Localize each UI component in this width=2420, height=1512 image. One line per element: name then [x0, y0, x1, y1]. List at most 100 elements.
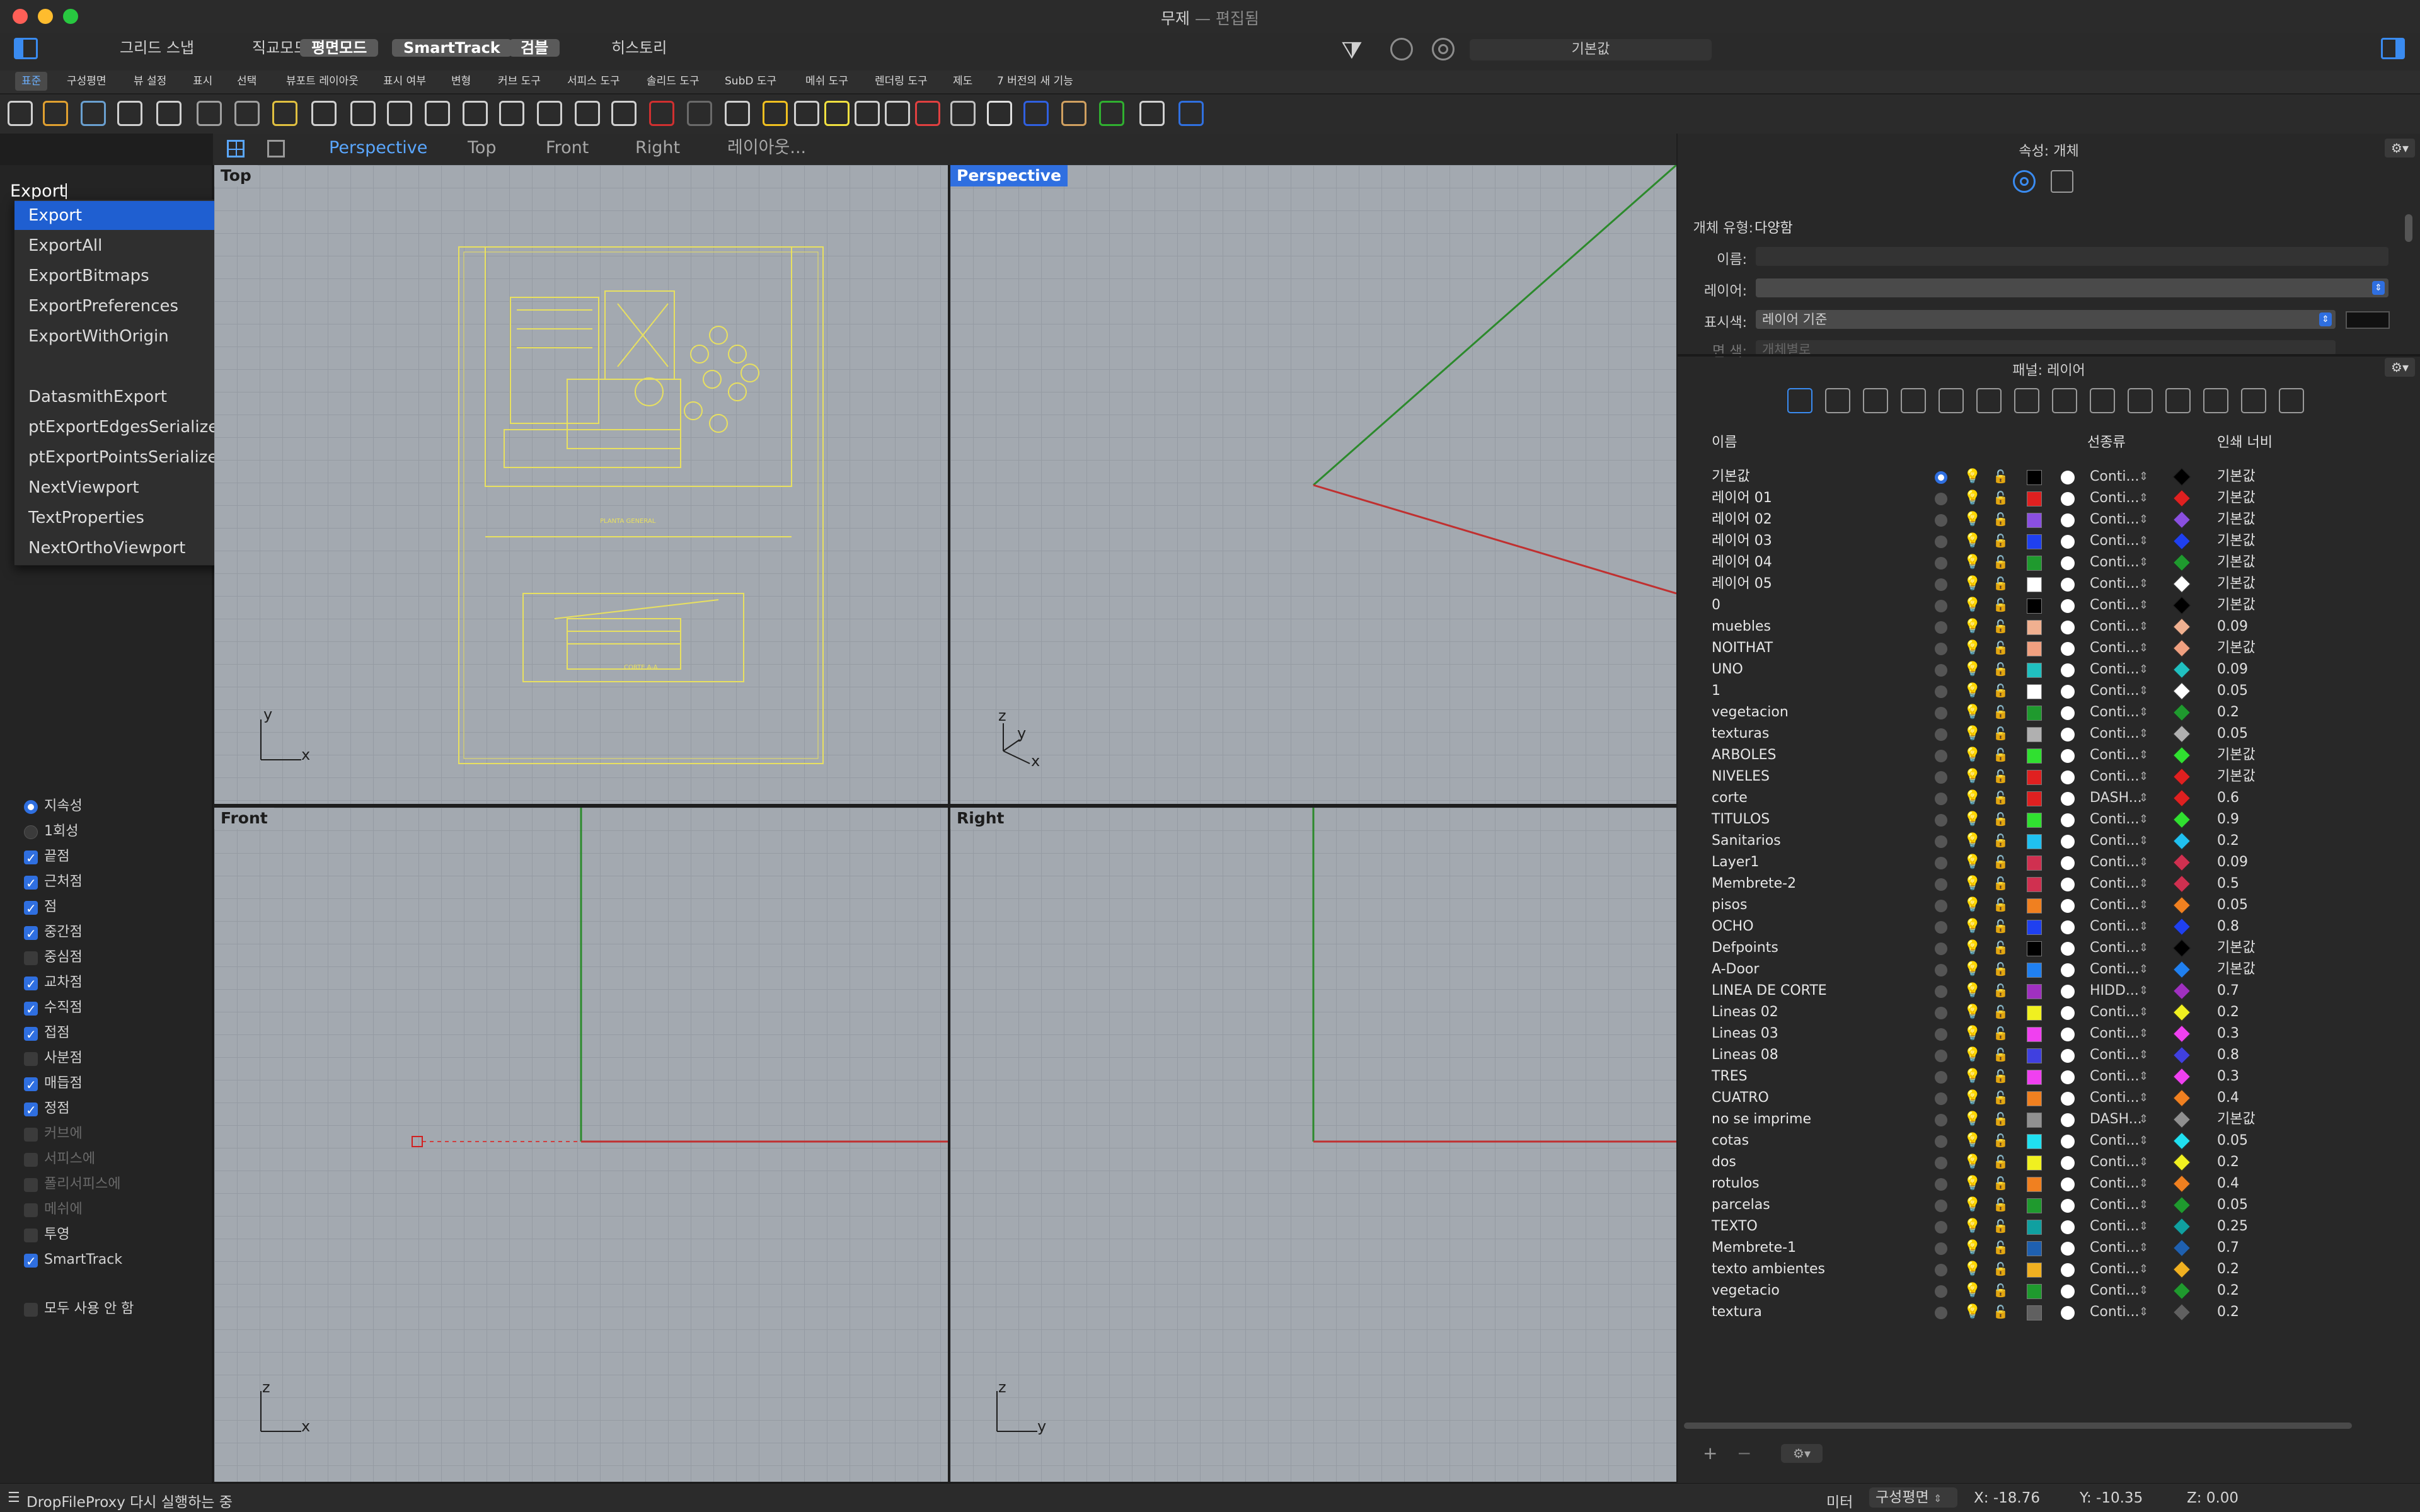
linetype-stepper-icon[interactable]: ⇕ [2139, 1280, 2148, 1302]
lock-icon[interactable]: 🔓 [1993, 1004, 2008, 1019]
name-field[interactable] [1756, 247, 2388, 266]
layer-print-width[interactable]: 0.5 [2217, 873, 2239, 895]
linetype-stepper-icon[interactable]: ⇕ [2139, 509, 2148, 530]
layer-print-width[interactable]: 0.4 [2217, 1087, 2239, 1109]
layer-print-width[interactable]: 기본값 [2217, 573, 2256, 595]
print-color-swatch[interactable] [2172, 1046, 2191, 1065]
lock-icon[interactable]: 🔓 [1993, 876, 2008, 891]
layer-linetype[interactable]: DASH... [2090, 1109, 2142, 1130]
lightbulb-icon[interactable]: 💡 [1964, 1004, 1981, 1020]
layer-print-width[interactable]: 기본값 [2217, 638, 2256, 659]
print-color-swatch[interactable] [2172, 1217, 2191, 1236]
layer-name[interactable]: LINEA DE CORTE [1712, 980, 1827, 1002]
layer-row[interactable]: ARBOLES 💡 🔓 Conti... ⇕ 기본값 [1678, 745, 2420, 766]
layer-row[interactable]: dos 💡 🔓 Conti... ⇕ 0.2 [1678, 1152, 2420, 1173]
gumball-icon[interactable] [1432, 38, 1455, 60]
layer-row[interactable]: 레이어 05 💡 🔓 Conti... ⇕ 기본값 [1678, 573, 2420, 595]
layer-linetype[interactable]: Conti... [2090, 723, 2139, 745]
lightbulb-icon[interactable]: 💡 [1964, 662, 1981, 677]
current-layer-radio[interactable] [1935, 1307, 1947, 1319]
current-layer-radio[interactable] [1935, 536, 1947, 548]
layer-color-swatch[interactable] [2027, 1027, 2042, 1042]
current-layer-radio[interactable] [1935, 1071, 1947, 1084]
layer-name[interactable]: pisos [1712, 895, 1747, 916]
material-icon[interactable] [1023, 101, 1049, 126]
layer-row[interactable]: OCHO 💡 🔓 Conti... ⇕ 0.8 [1678, 916, 2420, 937]
linetype-stepper-icon[interactable]: ⇕ [2139, 595, 2148, 616]
layer-print-width[interactable]: 0.2 [2217, 702, 2239, 723]
properties-scrollbar[interactable] [2405, 214, 2412, 242]
lock-icon[interactable]: 🔓 [1993, 1176, 2008, 1191]
lightbulb-icon[interactable]: 💡 [1964, 1068, 1981, 1084]
material-icon[interactable] [2061, 1263, 2075, 1277]
print-color-swatch[interactable] [2172, 639, 2191, 658]
lock-icon[interactable]: 🔓 [1993, 597, 2008, 612]
viewport-tab-1[interactable]: Top [468, 135, 497, 161]
print-color-swatch[interactable] [2172, 810, 2191, 829]
col-linetype-header[interactable]: 선종류 [2087, 432, 2126, 454]
material-icon[interactable] [2061, 706, 2075, 720]
checkbox[interactable] [24, 999, 38, 1019]
current-layer-radio[interactable] [1935, 514, 1947, 527]
light-icon[interactable] [824, 101, 850, 126]
layer-color-swatch[interactable] [2027, 898, 2042, 914]
layer-print-width[interactable]: 0.8 [2217, 916, 2239, 937]
material-icon[interactable] [2061, 835, 2075, 849]
object-properties-icon[interactable] [2013, 170, 2036, 193]
checkbox[interactable] [24, 924, 38, 944]
viewport-tab-0[interactable]: Perspective [329, 135, 427, 161]
toolbar-tab-0[interactable]: 표준 [15, 72, 48, 91]
menu-icon[interactable]: ☰ [8, 1490, 20, 1506]
mode-button-2[interactable]: 평면모드 [300, 39, 379, 57]
zoom-window-icon[interactable] [425, 101, 450, 126]
layer-select[interactable]: ⇕ [1756, 278, 2388, 297]
layer-linetype[interactable]: Conti... [2090, 1237, 2139, 1259]
lock-icon[interactable]: 🔓 [1993, 640, 2008, 655]
print-color-swatch[interactable] [2172, 1303, 2191, 1322]
current-layer-radio[interactable] [1935, 921, 1947, 934]
layer-linetype[interactable]: Conti... [2090, 552, 2139, 573]
material-icon[interactable] [2061, 535, 2075, 549]
lightbulb-icon[interactable]: 💡 [1964, 940, 1981, 956]
current-layer-radio[interactable] [1935, 814, 1947, 827]
layer-print-width[interactable]: 0.2 [2217, 1280, 2239, 1302]
layer-name[interactable]: dos [1712, 1152, 1736, 1173]
lightbulb-icon[interactable]: 💡 [1964, 897, 1981, 913]
layer-color-swatch[interactable] [2027, 770, 2042, 785]
perspective-viewport[interactable]: z y x Perspective [950, 165, 1676, 804]
layer-color-swatch[interactable] [2027, 641, 2042, 656]
mode-button-3[interactable]: SmartTrack [392, 39, 512, 57]
lock-icon[interactable]: 🔓 [1993, 726, 2008, 741]
layer-print-width[interactable]: 0.2 [2217, 830, 2239, 852]
material-icon[interactable] [2061, 920, 2075, 934]
layer-name[interactable]: rotulos [1712, 1173, 1760, 1194]
current-layer-radio[interactable] [1935, 985, 1947, 998]
layer-color-swatch[interactable] [2027, 620, 2042, 635]
viewport-title-top[interactable]: Top [214, 165, 258, 186]
layer-color-swatch[interactable] [2027, 748, 2042, 764]
checkbox[interactable] [24, 1203, 38, 1217]
color-wheel-icon[interactable] [915, 101, 940, 126]
lightbulb-icon[interactable]: 💡 [1964, 769, 1981, 784]
print-color-swatch[interactable] [2172, 510, 2191, 529]
current-layer-radio[interactable] [1935, 771, 1947, 784]
print-color-swatch[interactable] [2172, 789, 2191, 808]
current-layer-radio[interactable] [1935, 750, 1947, 762]
print-color-swatch[interactable] [2172, 1110, 2191, 1129]
current-layer-radio[interactable] [1935, 835, 1947, 848]
material-icon[interactable] [2061, 663, 2075, 677]
layer-row[interactable]: NIVELES 💡 🔓 Conti... ⇕ 기본값 [1678, 766, 2420, 788]
mode-button-0[interactable]: 그리드 스냅 [108, 39, 205, 57]
current-layer-radio[interactable] [1935, 1264, 1947, 1276]
current-layer-radio[interactable] [1935, 857, 1947, 869]
material-icon[interactable] [2061, 621, 2075, 634]
layer-name[interactable]: Lineas 03 [1712, 1023, 1778, 1045]
material-icon[interactable] [2061, 1092, 2075, 1106]
panel-tab-11-icon[interactable] [2203, 388, 2228, 413]
render-preview-icon[interactable] [1061, 101, 1086, 126]
current-layer-radio[interactable] [1935, 664, 1947, 677]
material-icon[interactable] [2061, 749, 2075, 763]
layer-linetype[interactable]: Conti... [2090, 1045, 2139, 1066]
layer-color-swatch[interactable] [2027, 706, 2042, 721]
linetype-stepper-icon[interactable]: ⇕ [2139, 745, 2148, 766]
